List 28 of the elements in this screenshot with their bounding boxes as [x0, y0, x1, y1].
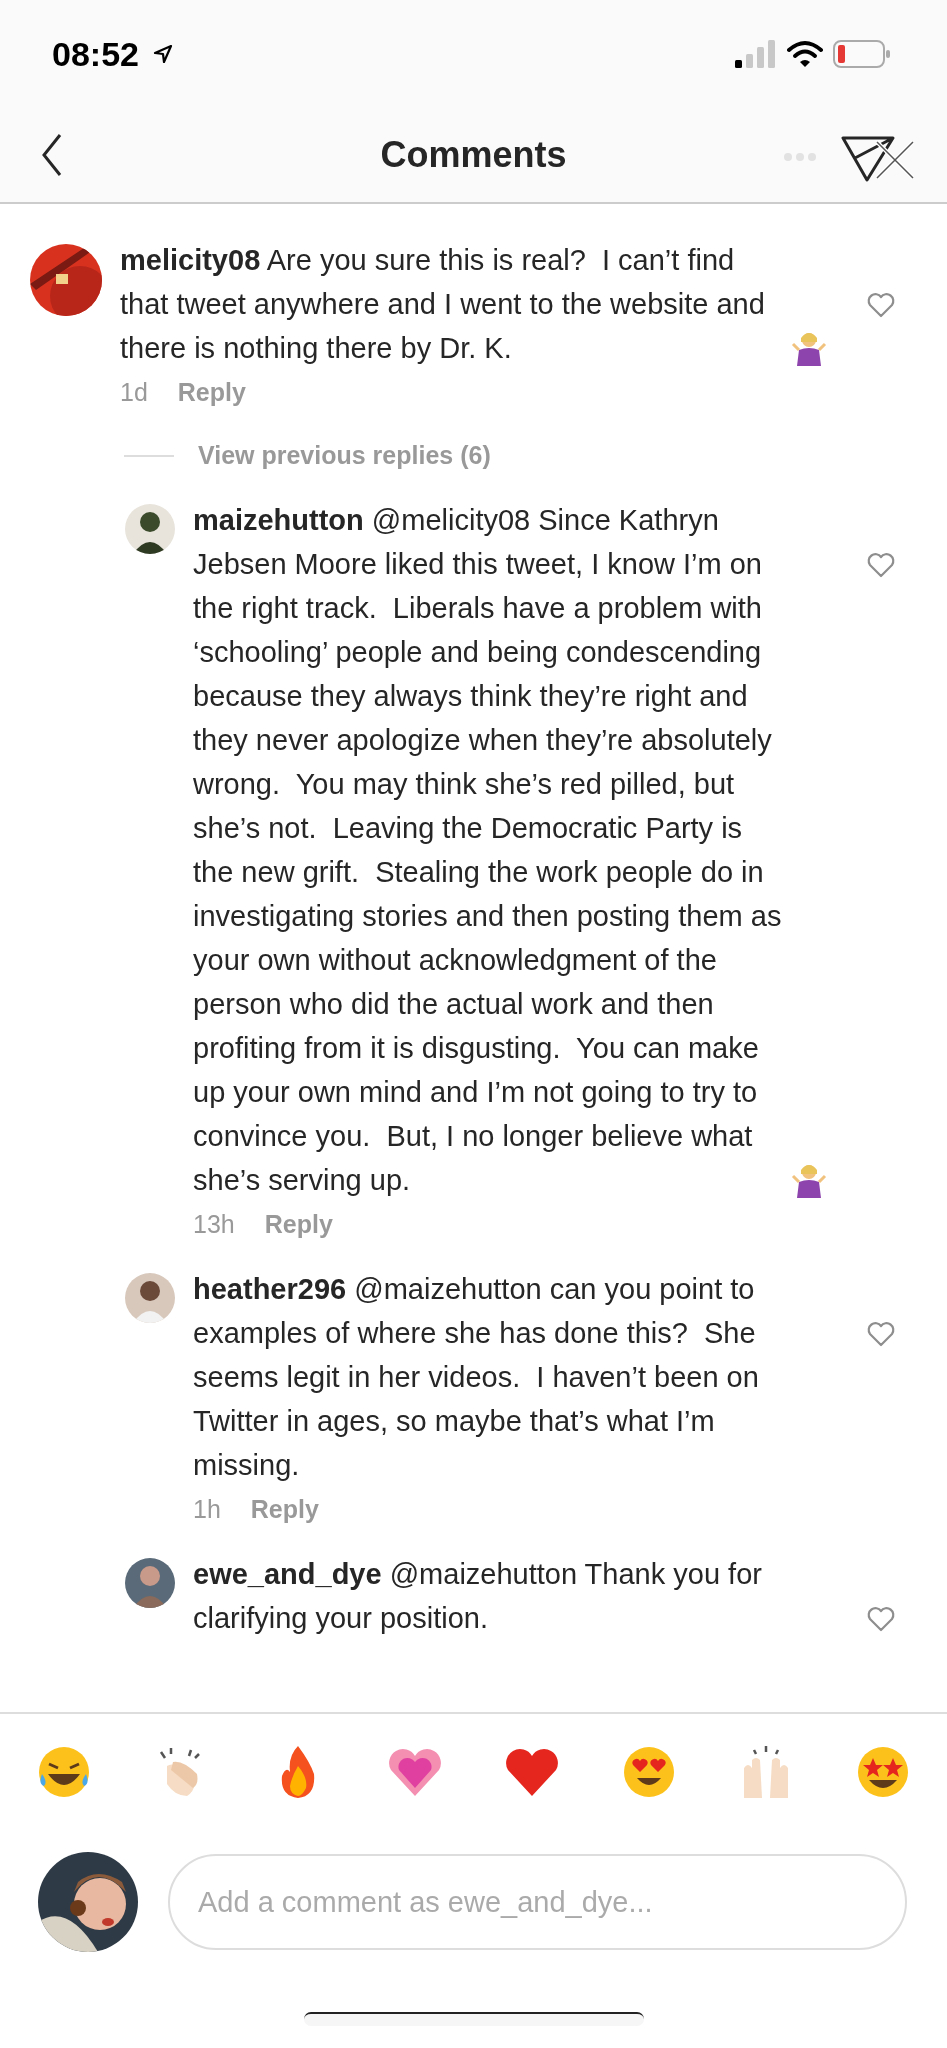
- reply-link[interactable]: Reply: [250, 1495, 319, 1524]
- battery-icon: [833, 40, 891, 68]
- view-replies-link[interactable]: View previous replies (6): [198, 441, 491, 470]
- heart-eyes-face-icon[interactable]: [621, 1744, 677, 1800]
- close-icon[interactable]: [875, 140, 915, 180]
- reply-link[interactable]: Reply: [177, 378, 246, 407]
- header-title: Comments: [380, 134, 567, 176]
- status-time: 08:52: [52, 34, 139, 74]
- paper-plane-icon[interactable]: [841, 136, 895, 182]
- signal-icon: [735, 40, 777, 68]
- wifi-icon: [787, 40, 823, 68]
- comment-text: ewe_and_dye @maizehutton Thank you for clarifying your position.: [193, 1557, 763, 1636]
- like-heart-icon[interactable]: [867, 1321, 895, 1347]
- comment-time: 13h: [193, 1210, 235, 1239]
- comment-text: heather296 @maizehutton can you point to examples of where she has done this? She seems legit in her videos. I haven’t been on Twitter in ages, so maybe that’s what I’m missing.: [193, 1272, 760, 1483]
- reply-link[interactable]: Reply: [264, 1210, 333, 1239]
- laughing-face-icon[interactable]: [36, 1744, 92, 1800]
- comment-time: 1d: [120, 378, 148, 407]
- like-heart-icon[interactable]: [867, 292, 895, 318]
- back-icon[interactable]: [40, 133, 64, 177]
- comment-input[interactable]: Add a comment as ewe_and_dye...: [168, 1854, 907, 1950]
- comment-text: maizehutton @melicity08 Since Kathryn Jebsen Moore liked this tweet, I know I’m on the right track. Liberals have a problem with ‘schooling’ people and being condescending because they always think they’re right and they never apologize when they’re absolutely wrong. You may think she’s red pilled, but she’s not. Leaving the Democratic Party is the new grift. Stealing the work people do in investigating stories and then posting them as your own without acknowledgment of the person who did the actual work and then profiting from it is disgusting. You can make up your own mind and I’m not going to try to convince you. But, I no longer believe what she’s serving up.: [193, 503, 783, 1198]
- comment-text: melicity08 Are you sure this is real? I can’t find that tweet anywhere and I went to the website and there is nothing there by Dr. K.: [120, 243, 766, 366]
- comment-time: 1h: [193, 1495, 221, 1524]
- like-heart-icon[interactable]: [867, 1606, 895, 1632]
- location-arrow-icon: [152, 44, 173, 64]
- star-struck-face-icon[interactable]: [855, 1744, 911, 1800]
- like-heart-icon[interactable]: [867, 552, 895, 578]
